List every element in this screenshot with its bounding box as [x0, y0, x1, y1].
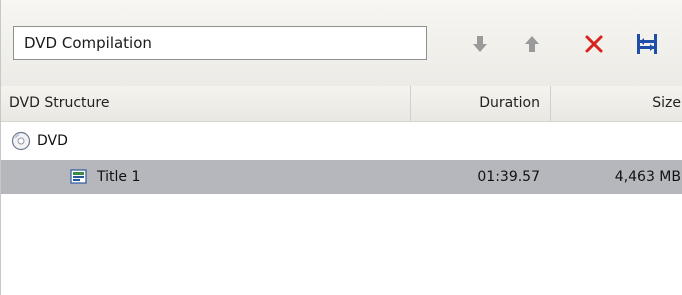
column-header-size[interactable]: Size	[550, 86, 682, 121]
move-up-button[interactable]	[518, 30, 546, 58]
delete-button[interactable]	[580, 30, 608, 58]
arrow-down-icon	[473, 36, 487, 52]
size-cell: 4,463 MB	[614, 169, 681, 185]
tree-item-label: Title 1	[97, 169, 141, 185]
move-down-button[interactable]	[466, 30, 494, 58]
column-header-structure[interactable]: DVD Structure	[9, 86, 409, 121]
properties-icon	[637, 34, 657, 54]
tree-item-label: DVD	[37, 133, 68, 149]
tree-row-title[interactable]: Title 1 01:39.57 4,463 MB	[1, 160, 682, 194]
duration-cell: 01:39.57	[477, 169, 540, 185]
toolbar	[1, 0, 682, 86]
disc-icon	[11, 131, 31, 151]
dvd-structure-panel: DVD Structure Duration Size DVD Title 1 …	[0, 0, 682, 295]
properties-button[interactable]	[633, 30, 661, 58]
delete-icon	[585, 35, 603, 53]
tree-row-dvd[interactable]: DVD	[1, 124, 682, 158]
arrow-up-icon	[525, 36, 539, 52]
title-icon	[70, 169, 87, 184]
column-header-duration[interactable]: Duration	[410, 86, 550, 121]
column-header-row: DVD Structure Duration Size	[1, 86, 682, 122]
compilation-name-input[interactable]	[13, 26, 427, 60]
